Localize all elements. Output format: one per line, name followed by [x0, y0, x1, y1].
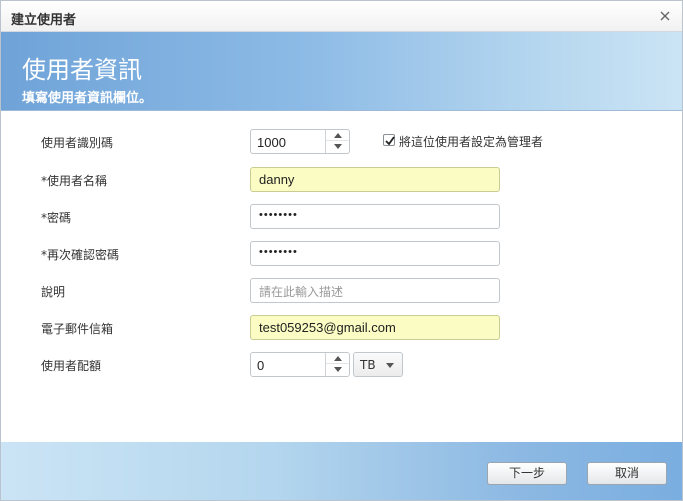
dialog-titlebar: 建立使用者: [1, 1, 682, 32]
create-user-dialog: 建立使用者 使用者資訊 填寫使用者資訊欄位。 使用者識別碼 1000 將這位使用…: [0, 0, 683, 501]
user-id-stepper[interactable]: 1000: [250, 129, 350, 154]
spin-down-icon[interactable]: [326, 142, 349, 153]
quota-stepper[interactable]: 0: [250, 352, 350, 377]
spin-up-icon[interactable]: [326, 130, 349, 141]
quota-label: 使用者配額: [41, 359, 102, 373]
dialog-title: 建立使用者: [11, 13, 77, 28]
section-subheading: 填寫使用者資訊欄位。: [22, 91, 153, 106]
next-button[interactable]: 下一步: [487, 462, 567, 485]
spin-up-icon[interactable]: [326, 353, 349, 364]
row-description: 說明 請在此輸入描述: [1, 278, 682, 304]
row-username: *使用者名稱 danny: [1, 167, 682, 193]
spin-down-icon[interactable]: [326, 365, 349, 376]
admin-checkbox[interactable]: [383, 134, 395, 146]
quota-unit-value: TB: [360, 358, 376, 372]
user-info-form: 使用者識別碼 1000 將這位使用者設定為管理者 *使用者名稱 danny *密…: [1, 112, 682, 442]
password-label: *密碼: [41, 211, 72, 225]
email-input[interactable]: test059253@gmail.com: [250, 315, 500, 340]
user-id-label: 使用者識別碼: [41, 136, 114, 150]
section-banner: 使用者資訊 填寫使用者資訊欄位。: [1, 32, 682, 111]
user-id-value[interactable]: 1000: [257, 135, 286, 150]
quota-value[interactable]: 0: [257, 358, 264, 373]
chevron-down-icon: [386, 363, 394, 368]
row-password: *密碼 ••••••••: [1, 204, 682, 230]
admin-checkbox-label[interactable]: 將這位使用者設定為管理者: [399, 133, 543, 150]
email-label: 電子郵件信箱: [41, 322, 114, 336]
user-id-stepper-buttons: [325, 130, 349, 153]
description-input[interactable]: 請在此輸入描述: [250, 278, 500, 303]
section-heading: 使用者資訊: [22, 56, 142, 84]
username-label: *使用者名稱: [41, 174, 108, 188]
row-user-id: 使用者識別碼 1000 將這位使用者設定為管理者: [1, 129, 682, 155]
confirm-password-label: *再次確認密碼: [41, 248, 120, 262]
password-input[interactable]: ••••••••: [250, 204, 500, 229]
dialog-footer: 下一步 取消: [1, 442, 682, 500]
row-confirm-password: *再次確認密碼 ••••••••: [1, 241, 682, 267]
row-email: 電子郵件信箱 test059253@gmail.com: [1, 315, 682, 341]
quota-unit-select[interactable]: TB: [353, 352, 403, 377]
close-icon[interactable]: [656, 7, 674, 25]
check-icon: [385, 136, 395, 146]
description-label: 說明: [41, 285, 66, 299]
confirm-password-input[interactable]: ••••••••: [250, 241, 500, 266]
row-quota: 使用者配額 0 TB: [1, 352, 682, 378]
quota-stepper-buttons: [325, 353, 349, 376]
cancel-button[interactable]: 取消: [587, 462, 667, 485]
username-input[interactable]: danny: [250, 167, 500, 192]
